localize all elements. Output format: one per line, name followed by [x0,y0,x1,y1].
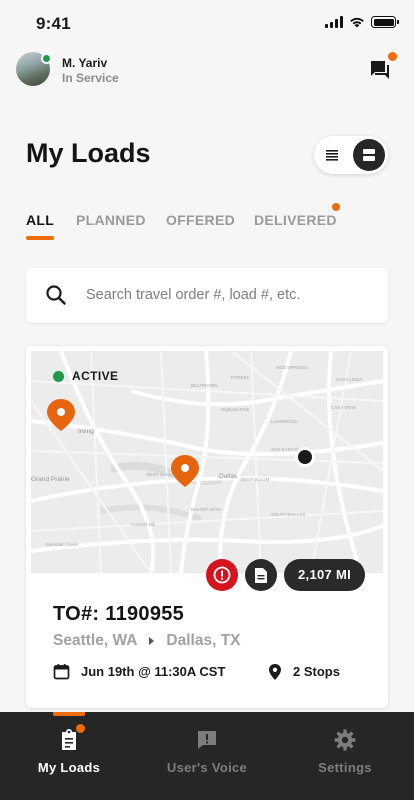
notification-dot [388,52,397,61]
svg-text:Highland Park: Highland Park [221,407,250,412]
alert-icon [213,566,231,584]
list-view-button[interactable] [324,147,340,163]
nav-settings[interactable]: Settings [285,728,405,775]
user-name: M. Yariv [62,56,108,70]
chat-icon [371,61,389,79]
alert-button[interactable] [206,559,238,591]
status-time: 9:41 [36,14,71,33]
card-view-button[interactable] [353,139,385,171]
svg-text:BILLPROWN: BILLPROWN [191,383,218,388]
search-icon [46,285,66,305]
avatar[interactable] [16,52,52,86]
view-toggle[interactable] [314,136,388,174]
search-bar[interactable] [26,268,388,323]
map-label-grand-prairie: Grand Prairie [31,476,70,483]
svg-text:Mountain Creek: Mountain Creek [46,542,79,547]
chat-button[interactable] [368,52,397,82]
stop-count: 2 Stops [293,664,340,679]
user-status: In Service [62,71,119,85]
profile-header: M. Yariv In Service [16,52,398,90]
svg-text:KIDD SPRINGS: KIDD SPRINGS [276,365,308,370]
current-location-icon [295,447,315,467]
load-status-badge: ACTIVE [53,369,118,383]
status-dot [53,370,64,382]
tab-offered[interactable]: OFFERED [166,212,235,228]
map-label-irving: Irving [78,428,94,435]
card-view-icon [363,149,375,161]
list-view-icon [326,150,338,161]
documents-button[interactable] [245,559,277,591]
load-meta: Jun 19th @ 11:30A CST 2 Stops [53,662,373,682]
nav-label: My Loads [37,760,101,775]
tab-delivered[interactable]: DELIVERED [254,212,337,228]
tab-notification-dot [332,203,340,211]
svg-text:BISHOP ARTS: BISHOP ARTS [191,507,221,512]
search-input[interactable] [86,283,376,307]
feedback-icon [195,728,219,752]
route-map[interactable]: BILLPROWN FOREST KIDD SPRINGS CASA LINDA CA… [31,351,383,573]
nav-notification-dot [76,724,85,733]
pickup-time: Jun 19th @ 11:30A CST [81,664,226,679]
tab-all[interactable]: ALL [26,212,54,228]
svg-text:DEEP ELLUM: DEEP ELLUM [241,477,270,482]
route: Seattle, WA Dallas, TX [53,631,241,651]
load-status: ACTIVE [72,369,119,383]
map-canvas: BILLPROWN FOREST KIDD SPRINGS CASA LINDA CA… [31,351,383,573]
order-number: TO#: 1190955 [53,603,185,625]
battery-icon [371,16,399,28]
map-label-dallas: Dallas [219,473,238,480]
location-pin-icon [269,664,281,680]
svg-text:CASA VIEW: CASA VIEW [331,405,357,410]
svg-text:SOUTH DALLAS: SOUTH DALLAS [271,512,305,517]
active-nav-indicator [53,712,85,716]
gear-icon [333,728,357,752]
calendar-icon [53,664,70,680]
active-tab-underline [26,236,54,240]
arrow-right-icon [149,637,155,645]
status-indicator [41,53,52,64]
svg-text:Cockrell Hill: Cockrell Hill [131,522,155,527]
svg-text:FOREST: FOREST [231,375,250,380]
svg-text:LAKEWOOD: LAKEWOOD [271,419,298,424]
document-icon [255,567,267,583]
page-title: My Loads [26,138,151,168]
signal-icon [325,16,343,28]
status-bar: 9:41 [0,0,414,46]
svg-text:CASA LINDA: CASA LINDA [336,377,363,382]
loads-icon [57,724,85,752]
nav-my-loads[interactable]: My Loads [9,724,129,775]
route-destination: Dallas, TX [166,632,241,649]
status-icons [325,16,399,28]
load-card[interactable]: BILLPROWN FOREST KIDD SPRINGS CASA LINDA CA… [26,346,388,708]
tab-planned[interactable]: PLANNED [76,212,146,228]
wifi-icon [350,17,364,28]
distance-badge: 2,107 MI [284,559,365,591]
nav-label: Settings [318,760,372,775]
bottom-nav: My Loads User's Voice Settings [0,712,414,800]
route-origin: Seattle, WA [53,632,138,649]
nav-users-voice[interactable]: User's Voice [147,728,267,775]
nav-label: User's Voice [166,760,248,775]
